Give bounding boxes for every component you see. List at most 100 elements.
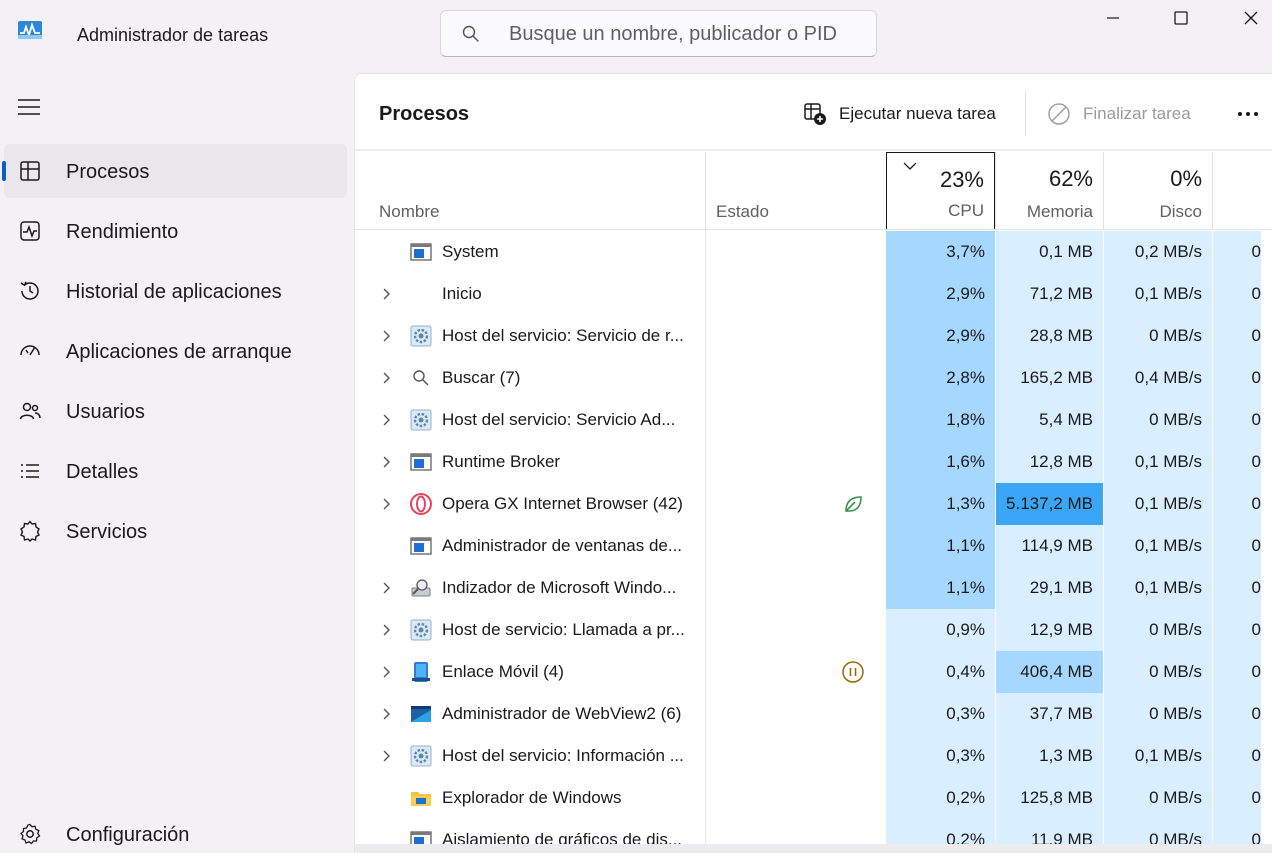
table-row[interactable]: Host del servicio: Servicio de r... 2,9% 2… [355,315,1272,357]
sidebar-item-services[interactable]: Servicios [4,504,347,558]
table-row[interactable]: Administrador de ventanas de... 1,1% 114,9… [355,525,1272,567]
table-row[interactable]: Enlace Móvil (4) 0,4% 406,4 MB 0 MB/s 0 [355,651,1272,693]
network-value: 0 [1213,777,1261,819]
process-name: Buscar (7) [442,368,521,387]
minimize-button[interactable] [1090,0,1136,36]
processes-panel: Procesos Ejecutar nueva tarea Finalizar … [354,73,1272,853]
memory-value: 406,4 MB [996,651,1103,693]
disk-value: 0 MB/s [1104,693,1212,735]
column-header-cpu[interactable]: 23% CPU [886,152,995,230]
table-row[interactable]: Administrador de WebView2 (6) 0,3% 37,7 MB… [355,693,1272,735]
suspended-icon [842,661,864,683]
webview-icon [411,706,431,722]
chevron-right-icon[interactable] [379,693,395,735]
window-title: Administrador de tareas [77,25,269,45]
disk-value: 0,1 MB/s [1104,483,1212,525]
memory-value: 114,9 MB [996,525,1103,567]
disk-value: 0,1 MB/s [1104,441,1212,483]
table-row[interactable]: Opera GX Internet Browser (42) 1,3% 5.137,… [355,483,1272,525]
sidebar-item-startup-apps[interactable]: Aplicaciones de arranque [4,324,347,378]
cpu-value: 1,8% [886,399,995,441]
memory-value: 12,8 MB [996,441,1103,483]
close-button[interactable] [1228,0,1272,36]
column-header-disk[interactable]: 0% Disco [1103,152,1212,230]
process-name: Administrador de WebView2 (6) [442,704,682,723]
end-task-button[interactable]: Finalizar tarea [1047,99,1191,129]
chevron-right-icon[interactable] [379,735,395,777]
table-row[interactable]: Indizador de Microsoft Windo... 1,1% 29,1 … [355,567,1272,609]
sidebar-item-settings[interactable]: Configuración [4,807,347,853]
disk-value: 0 MB/s [1104,777,1212,819]
chevron-right-icon[interactable] [379,315,395,357]
table-row[interactable]: Explorador de Windows 0,2% 125,8 MB 0 MB/s 0 [355,777,1272,819]
chevron-right-icon[interactable] [379,357,395,399]
search-input[interactable] [509,19,859,49]
gear-service-icon [410,619,432,641]
column-header-state[interactable]: Estado [705,152,885,230]
horizontal-scrollbar[interactable] [355,844,1272,853]
memory-value: 1,3 MB [996,735,1103,777]
active-indicator [2,161,6,181]
more-dot [1254,112,1258,116]
sidebar-item-label: Historial de aplicaciones [66,281,282,303]
chevron-right-icon[interactable] [379,483,395,525]
column-label: Disco [1159,202,1202,221]
sidebar-item-users[interactable]: Usuarios [4,384,347,438]
sidebar-item-performance[interactable]: Rendimiento [4,204,347,258]
table-row[interactable]: Buscar (7) 2,8% 165,2 MB 0,4 MB/s 0 [355,357,1272,399]
cpu-value: 2,9% [886,315,995,357]
sidebar-item-label: Configuración [66,824,190,846]
cpu-value: 3,7% [886,231,995,273]
chevron-right-icon[interactable] [379,567,395,609]
chevron-right-icon[interactable] [379,441,395,483]
cpu-total-percent: 23% [939,167,984,192]
process-name: System [442,242,499,261]
chevron-right-icon[interactable] [379,399,395,441]
table-row[interactable]: Runtime Broker 1,6% 12,8 MB 0,1 MB/s 0 [355,441,1272,483]
column-header-name[interactable]: Nombre [355,152,705,230]
process-name: Administrador de ventanas de... [442,536,683,555]
sidebar-item-details[interactable]: Detalles [4,444,347,498]
new-task-icon [804,103,826,125]
page-title: Procesos [379,103,470,125]
divider [355,149,1272,151]
gear-service-icon [410,325,432,347]
disk-value: 0 MB/s [1104,315,1212,357]
hamburger-menu-icon[interactable] [16,96,42,118]
column-header-network[interactable] [1212,152,1272,230]
cpu-value: 1,3% [886,483,995,525]
maximize-icon [1174,11,1188,25]
process-name: Runtime Broker [442,452,561,471]
sidebar-item-processes[interactable]: Procesos [2,144,347,198]
network-value: 0 [1213,609,1261,651]
table-row[interactable]: Inicio 2,9% 71,2 MB 0,1 MB/s 0 [355,273,1272,315]
network-value: 0 [1213,525,1261,567]
network-value: 0 [1213,315,1261,357]
sidebar-item-app-history[interactable]: Historial de aplicaciones [4,264,347,318]
table-row[interactable]: Host de servicio: Llamada a pr... 0,9% 12,… [355,609,1272,651]
run-new-task-button[interactable]: Ejecutar nueva tarea [803,99,996,129]
process-name: Host de servicio: Llamada a pr... [442,620,685,639]
table-row[interactable]: System 3,7% 0,1 MB 0,2 MB/s 0 [355,231,1272,273]
memory-value: 5,4 MB [996,399,1103,441]
more-options-button[interactable] [1233,102,1263,126]
column-header-memory[interactable]: 62% Memoria [995,152,1103,230]
chevron-right-icon[interactable] [379,273,395,315]
disk-value: 0,1 MB/s [1104,735,1212,777]
chevron-right-icon[interactable] [379,609,395,651]
sidebar-item-label: Aplicaciones de arranque [66,341,292,363]
disk-value: 0 MB/s [1104,609,1212,651]
disk-value: 0,1 MB/s [1104,525,1212,567]
disk-value: 0,1 MB/s [1104,273,1212,315]
search-box[interactable] [440,10,877,57]
sidebar-item-label: Rendimiento [66,221,179,243]
table-row[interactable]: Host del servicio: Servicio Ad... 1,8% 5,4… [355,399,1272,441]
chevron-right-icon[interactable] [379,651,395,693]
processes-icon [20,161,40,181]
process-name: Explorador de Windows [442,788,622,807]
table-row[interactable]: Host del servicio: Información ... 0,3% 1,… [355,735,1272,777]
maximize-button[interactable] [1158,0,1204,36]
column-label: Memoria [1026,202,1093,221]
sort-descending-icon [903,162,917,170]
sidebar-item-label: Usuarios [66,401,145,423]
